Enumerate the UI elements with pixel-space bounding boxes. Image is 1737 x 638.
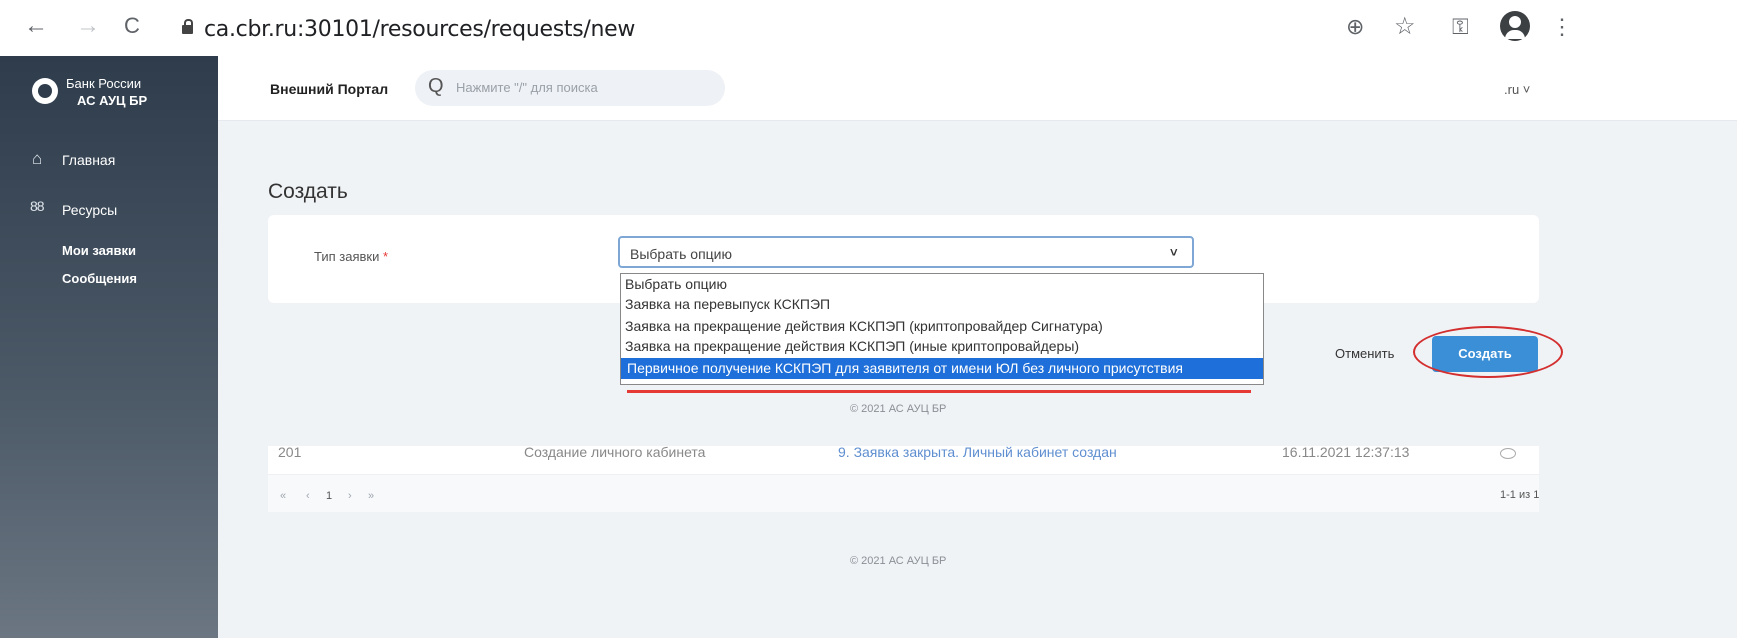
logo-text-bank: Банк России	[66, 76, 142, 91]
option-initial-obtain-text: Первичное получение КСКПЭП для заявителя…	[627, 360, 1183, 376]
table-cell-date: 16.11.2021 12:37:13	[1282, 444, 1410, 460]
grid-icon: 88	[30, 198, 45, 214]
sidebar	[0, 56, 218, 638]
search-icon: Q	[428, 75, 444, 97]
option-terminate-signatura[interactable]: Заявка на прекращение действия КСКПЭП (к…	[625, 318, 1103, 334]
sidebar-item-my-requests[interactable]: Мои заявки	[62, 243, 136, 258]
table-cell-id: 201	[278, 444, 302, 460]
back-arrow-icon[interactable]: ←	[22, 12, 50, 40]
page-title: Создать	[268, 180, 348, 203]
option-select-placeholder[interactable]: Выбрать опцию	[625, 276, 727, 292]
home-icon: ⌂	[32, 149, 43, 168]
request-type-label-text: Тип заявки	[314, 249, 380, 264]
chevron-down-icon[interactable]: ˅	[1170, 245, 1178, 260]
option-reissue[interactable]: Заявка на перевыпуск КСКПЭП	[625, 296, 830, 312]
cancel-button[interactable]: Отменить	[1335, 346, 1394, 361]
language-select[interactable]: .ru ˅	[1504, 82, 1530, 97]
key-icon[interactable]: ⚿	[1452, 14, 1469, 40]
sidebar-item-home[interactable]: Главная	[62, 152, 115, 168]
sidebar-item-resources[interactable]: Ресурсы	[62, 202, 117, 218]
pager-count: 1-1 из 1	[1500, 489, 1540, 501]
form-copyright: © 2021 АС АУЦ БР	[850, 403, 947, 415]
zoom-icon[interactable]: ⊕	[1346, 14, 1364, 40]
request-type-select-value[interactable]: Выбрать опцию	[630, 246, 732, 262]
option-terminate-other[interactable]: Заявка на прекращение действия КСКПЭП (и…	[625, 338, 1079, 354]
pager-last[interactable]: »	[368, 490, 374, 502]
forward-arrow-icon[interactable]: →	[74, 12, 102, 40]
pager-first[interactable]: «	[280, 490, 286, 502]
pager-next[interactable]: ›	[348, 490, 352, 502]
logo-text-system: АС АУЦ БР	[77, 93, 148, 108]
eye-icon[interactable]	[1500, 448, 1516, 459]
option-initial-obtain[interactable]: Первичное получение КСКПЭП для заявителя…	[627, 360, 1183, 376]
table-cell-type: Создание личного кабинета	[524, 444, 706, 460]
sidebar-item-messages[interactable]: Сообщения	[62, 271, 137, 286]
portal-title[interactable]: Внешний Портал	[270, 81, 388, 97]
pager-page-1[interactable]: 1	[326, 490, 332, 502]
pager-prev[interactable]: ‹	[306, 490, 310, 502]
bank-emblem-icon	[32, 78, 58, 104]
page-copyright: © 2021 АС АУЦ БР	[850, 555, 947, 567]
search-input[interactable]: Нажмите "/" для поиска	[456, 80, 598, 95]
star-icon[interactable]: ☆	[1394, 14, 1416, 40]
url-text[interactable]: ca.cbr.ru:30101/resources/requests/new	[204, 17, 635, 42]
required-asterisk: *	[383, 249, 389, 264]
table-cell-status-link[interactable]: 9. Заявка закрыта. Личный кабинет создан	[838, 444, 1117, 460]
reload-icon[interactable]: C	[118, 12, 146, 40]
request-type-label: Тип заявки *	[314, 249, 388, 264]
kebab-menu-icon[interactable]: ⋮	[1551, 14, 1573, 40]
profile-avatar-icon[interactable]	[1500, 11, 1530, 41]
annotation-underline	[627, 390, 1251, 393]
pagination	[268, 475, 1539, 512]
annotation-ellipse	[1413, 326, 1563, 378]
lock-icon	[182, 19, 193, 34]
